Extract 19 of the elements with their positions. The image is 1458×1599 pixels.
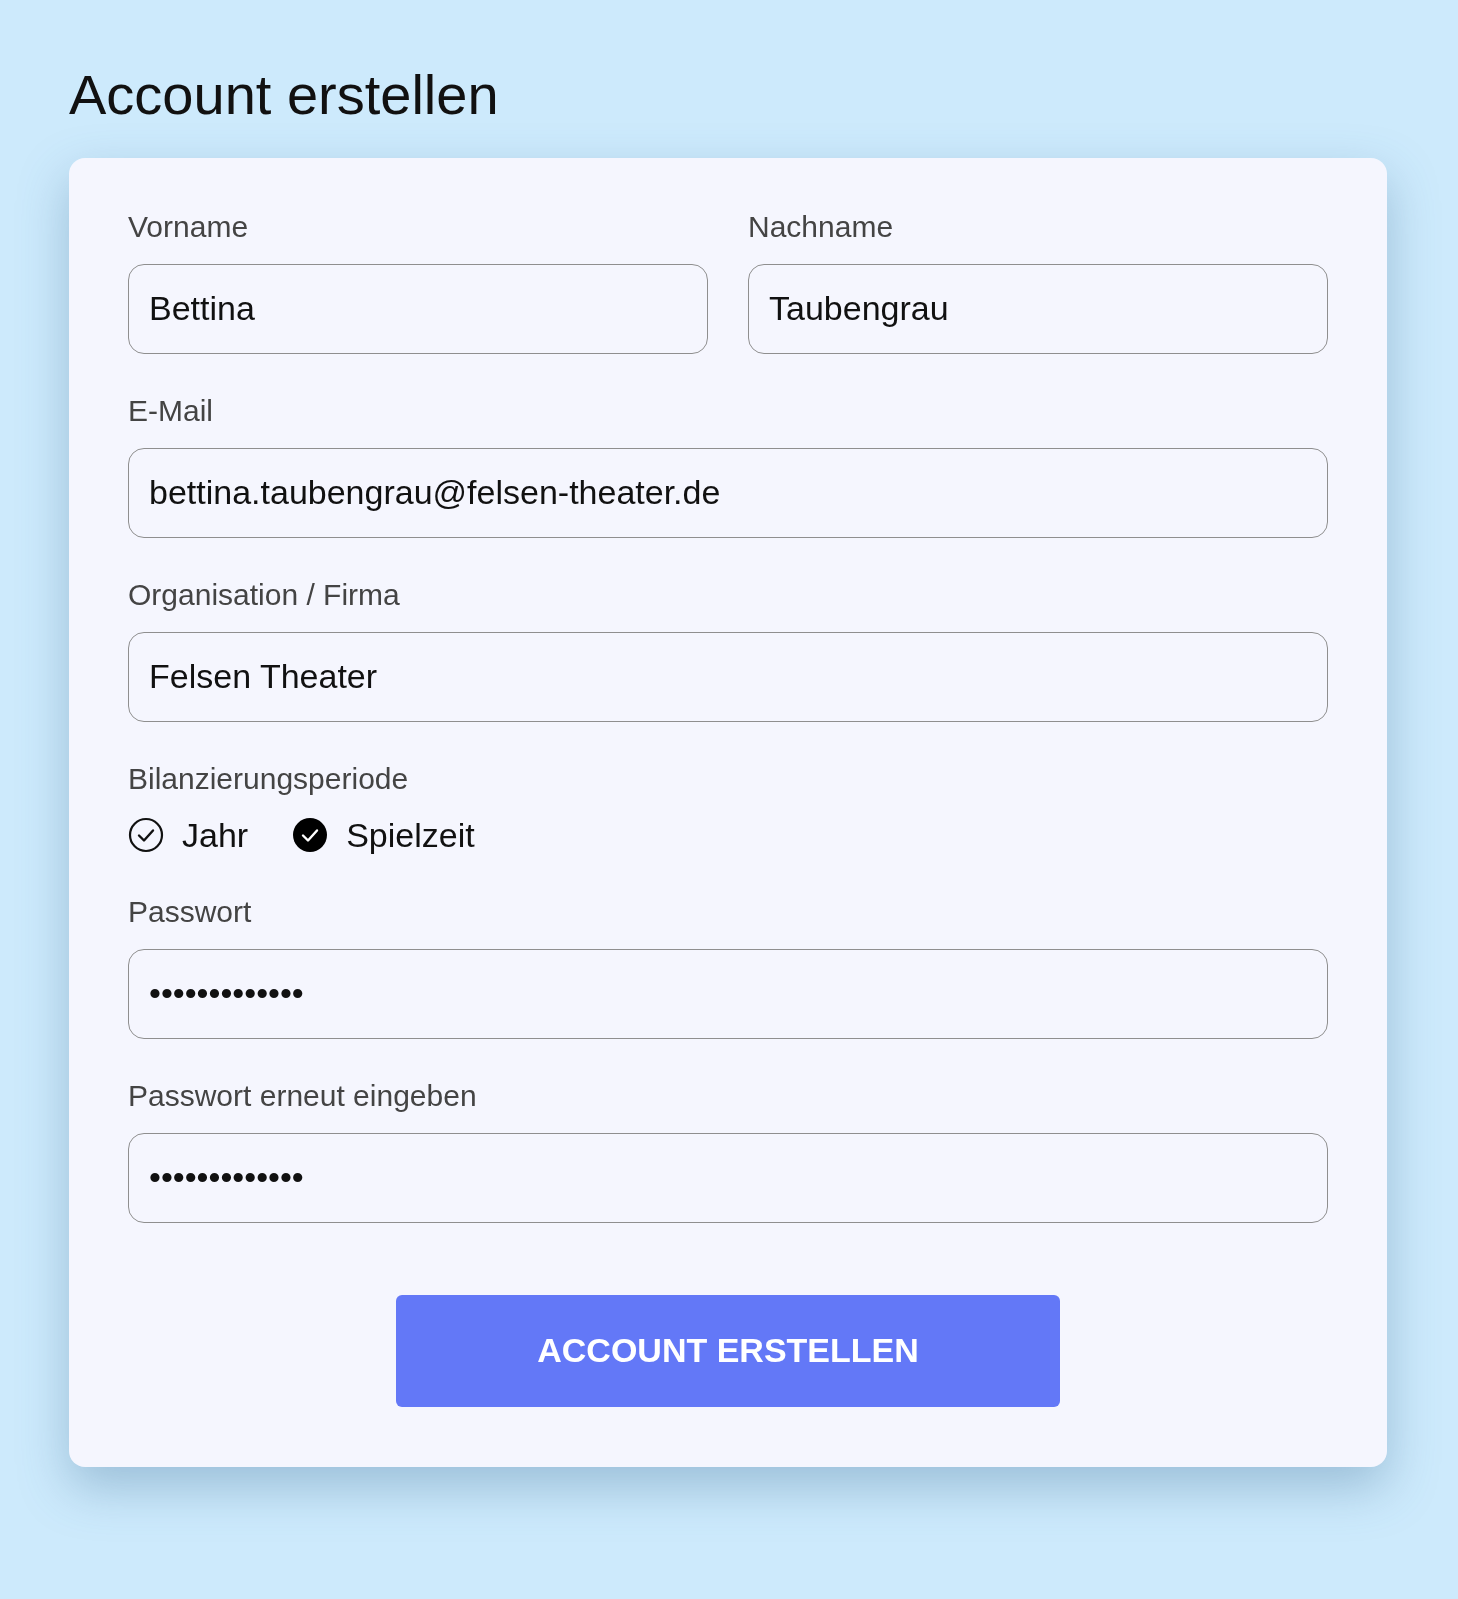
check-circle-icon[interactable] [128,817,164,854]
input-field[interactable]: bettina.taubengrau@felsen-theater.de [128,447,1328,538]
field-label: Vorname [128,209,250,244]
field-label: Bilanzierungsperiode [128,761,410,796]
radio-label[interactable]: Jahr [182,815,249,855]
page-title: Account erstellen [69,64,500,126]
submit-button[interactable]: ACCOUNT ERSTELLEN [396,1294,1060,1407]
field-label: Organisation / Firma [128,577,401,612]
field-label: Nachname [748,209,895,244]
radio-label[interactable]: Spielzeit [346,815,475,855]
input-field[interactable]: Taubengrau [748,263,1328,354]
input-field[interactable]: ••••••••••••• [128,948,1328,1039]
input-field[interactable]: Felsen Theater [128,631,1328,722]
field-label: Passwort erneut eingeben [128,1078,478,1113]
filled-check-circle-icon[interactable] [292,817,329,854]
input-field[interactable]: ••••••••••••• [128,1132,1328,1223]
field-label: E-Mail [128,393,214,428]
field-label: Passwort [128,894,253,929]
input-field[interactable]: Bettina [128,263,708,354]
